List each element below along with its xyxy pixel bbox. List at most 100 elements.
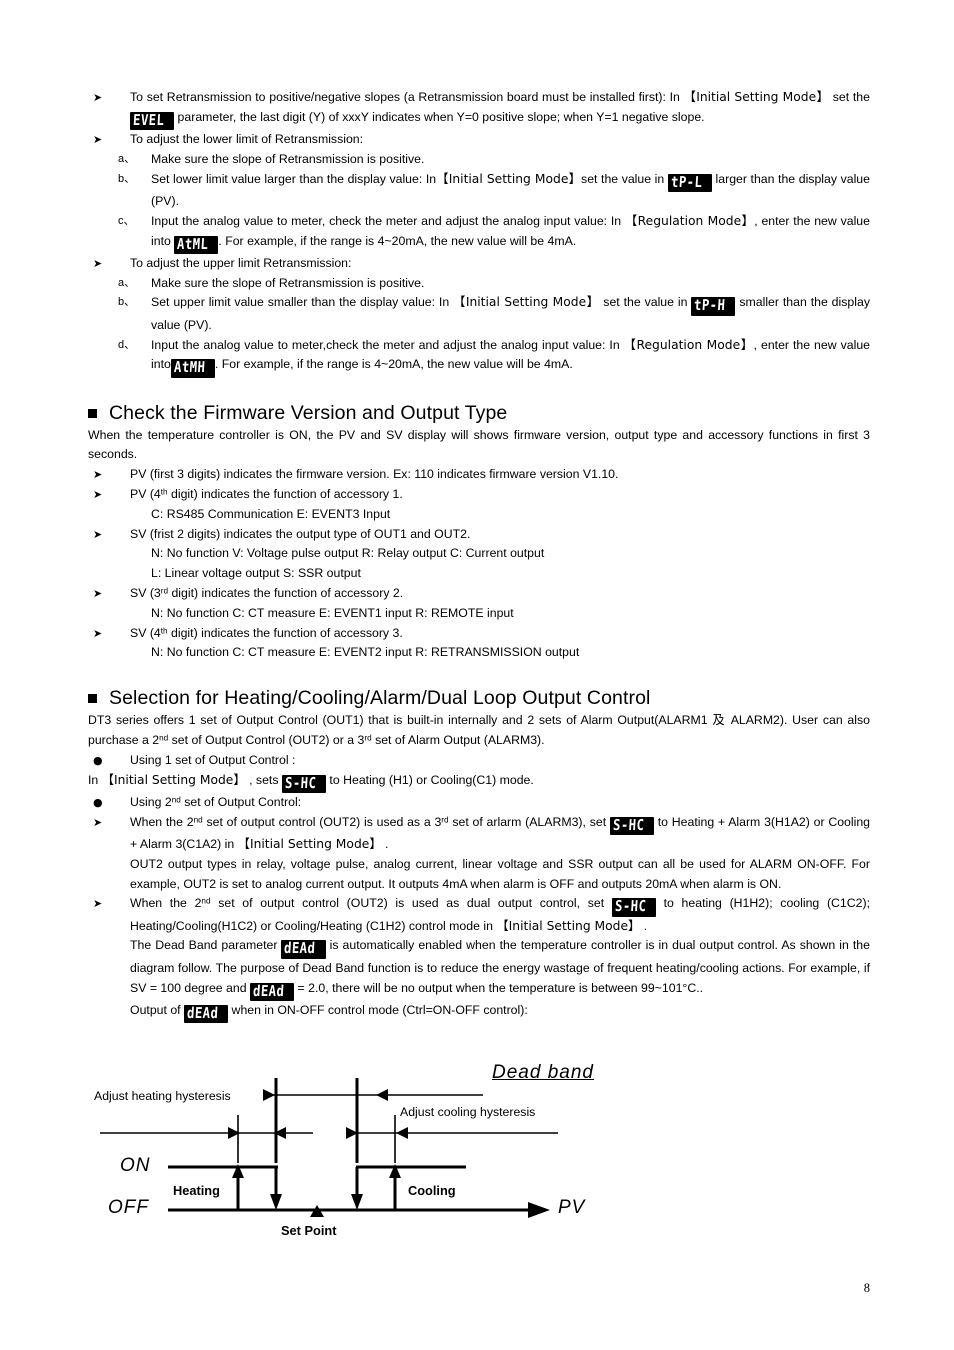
selection-heading-text: Selection for Heating/Cooling/Alarm/Dual… [109, 687, 651, 710]
heating-label: Heating [173, 1183, 220, 1199]
mode-bracket-text: 【Regulation Mode】 [624, 213, 755, 228]
fw-item-0-text: PV (first 3 digits) indicates the firmwa… [130, 467, 619, 482]
step-marker: a、 [118, 276, 136, 289]
list-item: d、 Input the analog value to meter,check… [88, 336, 870, 378]
list-item: ➤ To set Retransmission to positive/nega… [88, 88, 870, 131]
led-segment-text: AtMH [173, 358, 206, 377]
list-item: ➤ SV (4th digit) indicates the function … [88, 624, 870, 644]
dot-bullet-icon: ● [93, 753, 103, 767]
led-parameter-dead: dEAd [184, 1003, 229, 1024]
upper-header-text: To adjust the upper limit Retransmission… [130, 255, 352, 270]
list-item: ➤ To adjust the upper limit Retransmissi… [88, 254, 870, 274]
sel-item-dual-text: When the 2nd set of output control (OUT2… [130, 896, 870, 933]
step-marker: a、 [118, 152, 136, 165]
manual-page: ➤ To set Retransmission to positive/nega… [0, 0, 954, 1350]
step-marker: b、 [118, 296, 136, 309]
ordinal-suffix: nd [201, 896, 211, 906]
section-heading-firmware: Check the Firmware Version and Output Ty… [88, 400, 870, 426]
arrow-bullet-icon: ➤ [93, 626, 103, 640]
lower-step-0-text: Make sure the slope of Retransmission is… [151, 151, 425, 166]
fw-item-2-note2: L: Linear voltage output S: SSR output [151, 566, 361, 581]
led-parameter-dead: dEAd [250, 982, 295, 1001]
list-item: ➤ When the 2nd set of output control (OU… [88, 813, 870, 855]
arrow-bullet-icon: ➤ [93, 488, 103, 502]
arrow-bullet-icon: ➤ [93, 133, 103, 147]
led-segment-text: dEAd [186, 1003, 219, 1022]
led-parameter-dead: dEAd [281, 939, 326, 959]
arrow-bullet-icon: ➤ [93, 527, 103, 541]
dead-band-diagram: Adjust heating hysteresis Adjust cooling… [88, 1045, 870, 1239]
mode-bracket-text: 【Regulation Mode】 [623, 337, 754, 352]
square-bullet-icon [88, 694, 97, 704]
square-bullet-icon [88, 408, 97, 418]
dead-band-label: Dead band [492, 1062, 594, 1084]
list-item: b、 Set upper limit value smaller than th… [88, 293, 870, 335]
lower-step-1-text: Set lower limit value larger than the di… [151, 171, 870, 208]
arrow-bullet-icon: ➤ [93, 91, 103, 104]
list-item: b、 Set lower limit value larger than the… [88, 170, 870, 212]
list-item: ● Using 1 set of Output Control : [88, 751, 870, 771]
sel-line1: In 【Initial Setting Mode】 , sets S-HC to… [88, 772, 534, 793]
list-item: a、 Make sure the slope of Retransmission… [88, 150, 870, 170]
set-point-label: Set Point [281, 1223, 337, 1239]
sel-para-output: Output of dEAd when in ON-OFF control mo… [130, 1002, 528, 1024]
upper-step-0-text: Make sure the slope of Retransmission is… [151, 275, 425, 290]
mode-bracket-text: 【Initial Setting Mode】 [436, 171, 582, 186]
list-item: c、 Input the analog value to meter, chec… [88, 212, 870, 254]
upper-step-1-text: Set upper limit value smaller than the d… [151, 295, 870, 332]
arrow-bullet-icon: ➤ [93, 815, 103, 829]
firmware-intro: When the temperature controller is ON, t… [88, 427, 870, 462]
retrans-item-0-text: To set Retransmission to positive/negati… [130, 90, 870, 131]
list-item: ➤ PV (first 3 digits) indicates the firm… [88, 465, 870, 485]
step-marker: b、 [118, 172, 136, 185]
fw-item-1-text: PV (4th digit) indicates the function of… [130, 487, 403, 502]
retransmission-section: ➤ To set Retransmission to positive/nega… [88, 88, 870, 378]
fw-item-4-note: N: No function C: CT measure E: EVENT2 i… [151, 645, 580, 660]
list-item: ➤ SV (3rd digit) indicates the function … [88, 584, 870, 604]
section-heading-selection: Selection for Heating/Cooling/Alarm/Dual… [88, 685, 870, 711]
sel-para-out2: OUT2 output types in relay, voltage puls… [130, 856, 870, 891]
led-segment-text: EVEL [132, 110, 165, 129]
mode-bracket-text: 【Initial Setting Mode】 [101, 772, 246, 787]
mode-bracket-text: 【Initial Setting Mode】 [237, 837, 382, 851]
cooling-hysteresis-label: Adjust cooling hysteresis [400, 1105, 536, 1120]
firmware-section: Check the Firmware Version and Output Ty… [88, 400, 870, 664]
list-item: a、 Make sure the slope of Retransmission… [88, 274, 870, 294]
fw-item-2-text: SV (frist 2 digits) indicates the output… [130, 526, 471, 541]
sel-para-deadband: The Dead Band parameter dEAd is automati… [130, 938, 870, 1001]
pv-axis-label: PV [558, 1197, 586, 1219]
mode-bracket-text: 【Initial Setting Mode】 [683, 90, 830, 104]
led-segment-text: tP-L [670, 172, 703, 191]
ordinal-suffix: rd [441, 815, 449, 825]
ordinal-suffix: rd [160, 586, 169, 596]
led-parameter-s-hc: S-HC [609, 816, 654, 835]
sel-bullet1-text: Using 1 set of Output Control : [130, 752, 296, 767]
on-label: ON [120, 1155, 151, 1177]
ordinal-suffix: nd [171, 795, 181, 805]
lower-step-2-text: Input the analog value to meter, check t… [151, 213, 870, 254]
led-segment-text: dEAd [284, 939, 317, 958]
dot-bullet-icon: ● [93, 795, 103, 809]
sel-bullet2-text: Using 2nd set of Output Control: [130, 794, 302, 809]
list-item: ➤ To adjust the lower limit of Retransmi… [88, 130, 870, 150]
page-number: 8 [863, 1281, 870, 1295]
led-parameter-atmh: AtMH [170, 358, 215, 378]
off-label: OFF [108, 1197, 149, 1219]
led-parameter-atml: AtML [174, 235, 219, 254]
list-item: ➤ PV (4th digit) indicates the function … [88, 485, 870, 505]
mode-bracket-text: 【Initial Setting Mode】 [496, 918, 641, 933]
ordinal-suffix: rd [364, 733, 372, 743]
led-parameter-s-hc: S-HC [611, 897, 656, 917]
led-segment-text: S-HC [614, 897, 647, 916]
cooling-label: Cooling [408, 1183, 456, 1199]
step-marker: d、 [118, 338, 136, 351]
sel-item-alarm3-text: When the 2nd set of output control (OUT2… [130, 814, 871, 851]
arrow-bullet-icon: ➤ [93, 897, 103, 911]
arrow-bullet-icon: ➤ [93, 587, 103, 601]
led-segment-text: S-HC [284, 773, 317, 792]
firmware-heading-text: Check the Firmware Version and Output Ty… [109, 401, 508, 424]
list-item: ➤ When the 2nd set of output control (OU… [88, 894, 870, 936]
arrow-bullet-icon: ➤ [93, 256, 103, 270]
cjk-glyph: 及 [712, 713, 726, 728]
led-segment-text: tP-H [693, 296, 727, 315]
